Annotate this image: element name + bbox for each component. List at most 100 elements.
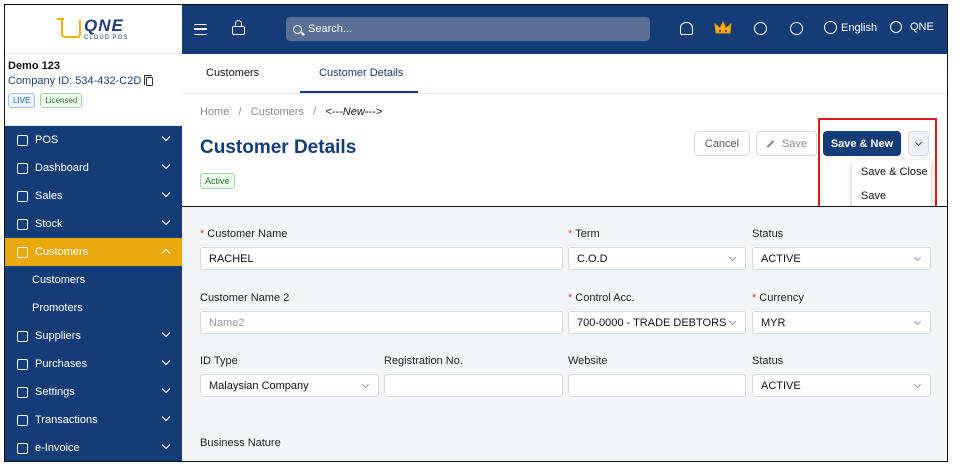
control-acc-label: * Control Acc.	[568, 292, 635, 304]
sidebar-item-label: Dashboard	[35, 162, 89, 174]
save-button[interactable]: Save	[756, 131, 817, 156]
active-tab-indicator	[300, 91, 418, 93]
chevron-down-icon	[161, 356, 171, 366]
customer-name2-field[interactable]: Name2	[200, 311, 563, 334]
cart-icon	[57, 18, 81, 38]
website-label: Website	[568, 355, 608, 367]
breadcrumb-separator: /	[238, 106, 242, 118]
logo-main-text: QNE	[84, 16, 124, 35]
chevron-down-icon	[161, 132, 171, 142]
registration-no-label: Registration No.	[384, 355, 463, 367]
copy-icon[interactable]	[144, 74, 154, 86]
required-marker: *	[200, 228, 205, 240]
id-type-select[interactable]: Malaysian Company	[200, 374, 379, 397]
qne-logo[interactable]: QNE CLOUD POS	[57, 16, 129, 41]
chevron-down-icon	[913, 380, 922, 389]
lock-icon[interactable]	[232, 20, 245, 35]
chevron-down-icon	[161, 160, 171, 170]
tab-customer-details[interactable]: Customer Details	[319, 67, 403, 79]
sidebar-item-purchases[interactable]: Purchases	[5, 350, 182, 378]
purchases-icon	[17, 358, 28, 370]
sidebar-item-transactions[interactable]: Transactions	[5, 406, 182, 434]
breadcrumb-customers[interactable]: Customers	[251, 106, 304, 118]
settings-icon	[17, 386, 28, 398]
sidebar-item-einvoice[interactable]: e-Invoice	[5, 434, 182, 461]
sidebar-nav: POS Dashboard Sales Stock Customers Cust…	[5, 126, 182, 461]
chevron-down-icon	[913, 253, 922, 262]
stock-icon	[17, 218, 28, 230]
customer-name-field[interactable]: RACHEL	[200, 247, 563, 270]
search-input[interactable]: Search...	[286, 17, 650, 41]
required-marker: *	[568, 292, 573, 304]
term-value: C.O.D	[577, 252, 608, 265]
sidebar-item-pos[interactable]: POS	[5, 126, 182, 154]
sidebar-item-label: POS	[35, 134, 59, 146]
tab-customers[interactable]: Customers	[206, 67, 259, 79]
required-marker: *	[752, 292, 757, 304]
language-label: English	[841, 21, 878, 34]
customer-name2-label: Customer Name 2	[200, 292, 290, 304]
app-window: QNE CLOUD POS Demo 123 Company ID: 534-4…	[4, 4, 948, 462]
chevron-down-icon	[361, 380, 370, 389]
status-badge: Active	[200, 173, 235, 189]
search-icon	[293, 24, 302, 34]
sidebar-subitem-customers[interactable]: Customers	[5, 266, 182, 294]
breadcrumb: Home / Customers / <---New--->	[200, 106, 382, 118]
dashboard-icon	[17, 162, 28, 174]
help-icon[interactable]	[790, 22, 803, 35]
control-acc-label-text: Control Acc.	[575, 292, 635, 304]
status-select[interactable]: ACTIVE	[752, 247, 931, 270]
term-select[interactable]: C.O.D	[568, 247, 746, 270]
currency-label-text: Currency	[759, 292, 804, 304]
cancel-button[interactable]: Cancel	[694, 131, 750, 156]
logo-sub-text: CLOUD POS	[84, 35, 129, 41]
user-icon	[890, 21, 902, 33]
status-value: ACTIVE	[761, 252, 801, 265]
user-menu[interactable]: QNE	[890, 21, 934, 33]
status2-select[interactable]: ACTIVE	[752, 374, 931, 397]
bell-icon[interactable]	[680, 22, 693, 35]
term-label: * Term	[568, 228, 600, 240]
live-badge: LIVE	[8, 93, 36, 108]
sidebar-item-stock[interactable]: Stock	[5, 210, 182, 238]
page-title: Customer Details	[200, 137, 357, 158]
sidebar-item-dashboard[interactable]: Dashboard	[5, 154, 182, 182]
chevron-down-icon	[161, 188, 171, 198]
sidebar-item-sales[interactable]: Sales	[5, 182, 182, 210]
sidebar-item-label: e-Invoice	[35, 442, 80, 454]
sidebar-item-label: Transactions	[35, 414, 98, 426]
sidebar-item-customers[interactable]: Customers	[5, 238, 182, 266]
company-name: Demo 123	[8, 60, 60, 72]
chat-icon[interactable]	[754, 22, 767, 35]
language-selector[interactable]: English	[824, 21, 877, 34]
control-acc-select[interactable]: 700-0000 - TRADE DEBTORS	[568, 311, 746, 334]
company-panel: Demo 123 Company ID: 534-432-C2D LIVE Li…	[5, 54, 182, 126]
sidebar-item-suppliers[interactable]: Suppliers	[5, 322, 182, 350]
sidebar-subitem-promoters[interactable]: Promoters	[5, 294, 182, 322]
chevron-down-icon	[728, 253, 737, 262]
sidebar-item-settings[interactable]: Settings	[5, 378, 182, 406]
registration-no-field[interactable]	[384, 374, 563, 397]
business-nature-label: Business Nature	[200, 437, 281, 449]
logo-area: QNE CLOUD POS	[5, 5, 182, 54]
search-placeholder: Search...	[308, 23, 353, 35]
chevron-down-icon	[161, 384, 171, 394]
sidebar-item-label: Purchases	[35, 358, 87, 370]
menu-toggle-icon[interactable]	[194, 24, 207, 35]
sidebar-item-label: Stock	[35, 218, 63, 230]
breadcrumb-separator: /	[313, 106, 317, 118]
chevron-down-icon	[728, 317, 737, 326]
chevron-down-icon	[161, 440, 171, 450]
breadcrumb-home[interactable]: Home	[200, 106, 229, 118]
chevron-down-icon	[161, 216, 171, 226]
crown-icon[interactable]	[714, 20, 732, 36]
status-label: Status	[752, 228, 784, 240]
website-field[interactable]	[568, 374, 746, 397]
currency-select[interactable]: MYR	[752, 311, 931, 334]
globe-icon	[824, 21, 837, 34]
pencil-icon	[766, 139, 775, 148]
sidebar: QNE CLOUD POS Demo 123 Company ID: 534-4…	[5, 5, 182, 461]
customer-name-label-text: Customer Name	[207, 228, 288, 240]
currency-value: MYR	[761, 316, 786, 329]
pos-icon	[17, 134, 28, 146]
